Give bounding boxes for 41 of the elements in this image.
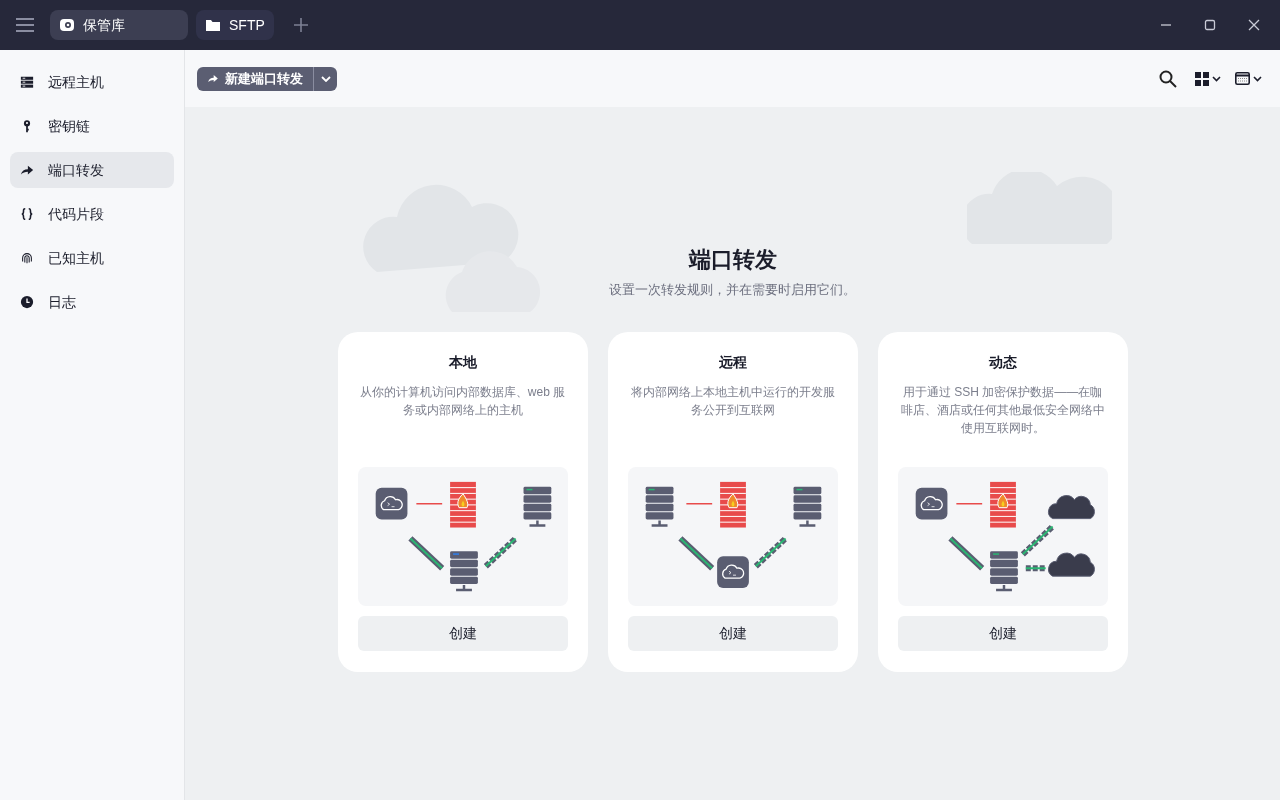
card-title: 动态 [988,352,1017,372]
sidebar-item[interactable]: 端口转发 [10,152,174,188]
create-button[interactable]: 创建 [357,615,568,652]
create-button[interactable]: 创建 [897,615,1108,652]
menu-icon[interactable] [16,18,34,32]
fingerprint-icon [20,251,34,265]
caret-icon [1253,75,1262,82]
tab[interactable]: 保管库 [50,10,188,40]
new-port-forward-button[interactable]: 新建端口转发 [197,66,313,91]
forward-arrow-icon [20,163,34,177]
page-title: 端口转发 [688,246,777,274]
calendar-toggle-button[interactable] [1235,72,1262,85]
card-title: 远程 [718,352,747,372]
view-toggle-button[interactable] [1195,71,1221,86]
sidebar-item[interactable]: 远程主机 [10,64,174,100]
sidebar-item[interactable]: 密钥链 [10,108,174,144]
close-icon[interactable] [1248,19,1260,31]
card-title: 本地 [448,352,477,372]
card-description: 用于通过 SSH 加密保护数据——在咖啡店、酒店或任何其他最低安全网络中使用互联网时。 [899,383,1106,437]
search-icon[interactable] [1159,69,1177,88]
sidebar-item[interactable]: 代码片段 [10,196,174,232]
sidebar-item[interactable]: 日志 [10,284,174,320]
braces-icon [20,207,34,221]
card-description: 将内部网络上本地主机中运行的开发服务公开到互联网 [629,383,836,419]
vault-icon [59,17,75,33]
maximize-icon[interactable] [1204,19,1216,31]
server-icon [20,75,34,89]
calendar-icon [1235,72,1250,85]
tab[interactable]: SFTP [196,10,274,40]
create-button[interactable]: 创建 [627,615,838,652]
dropdown-button[interactable] [313,66,337,91]
folder-icon [205,17,221,33]
forward-arrow-icon [207,73,219,84]
caret-icon [320,75,331,82]
clock-icon [20,295,34,309]
add-tab-icon[interactable] [294,18,308,32]
caret-icon [1212,75,1221,82]
card-description: 从你的计算机访问内部数据库、web 服务或内部网络上的主机 [358,383,567,419]
sidebar-item[interactable]: 已知主机 [10,240,174,276]
page-subtitle: 设置一次转发规则，并在需要时启用它们。 [609,281,856,299]
grid-icon [1195,71,1209,86]
